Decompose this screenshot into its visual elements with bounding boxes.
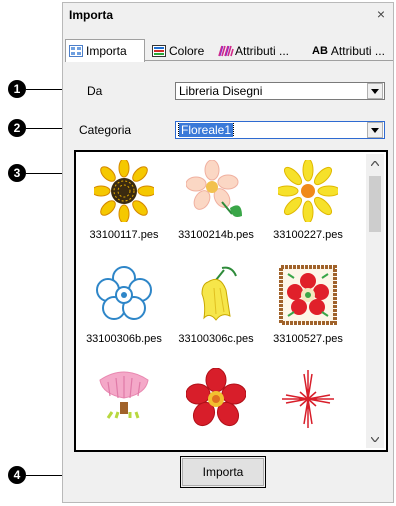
framed-red-flower-icon bbox=[279, 265, 337, 325]
gallery-item[interactable]: 33100306b.pes bbox=[78, 260, 170, 364]
pink-daisy-icon bbox=[186, 160, 242, 217]
text-attributes-tab-icon: AB bbox=[312, 45, 328, 57]
scroll-up-icon[interactable] bbox=[366, 154, 384, 172]
red-five-petal-icon bbox=[186, 368, 246, 427]
gallery-item[interactable]: 33100227.pes bbox=[262, 156, 354, 260]
tab-attributes[interactable]: Attributi ... bbox=[215, 41, 307, 61]
gallery-item-filename: 33100227.pes bbox=[273, 229, 343, 241]
gallery-item[interactable] bbox=[170, 364, 262, 468]
tab-text-attributes[interactable]: AB Attributi ... bbox=[309, 41, 395, 61]
gallery-item[interactable] bbox=[262, 364, 354, 468]
design-gallery[interactable]: 33100117.pes 33100214b.pes 33100227.pes … bbox=[74, 150, 388, 452]
from-select[interactable]: Libreria Disegni bbox=[175, 82, 385, 100]
callout-2: 2 bbox=[8, 119, 26, 137]
callout-4: 4 bbox=[8, 466, 26, 484]
from-select-value: Libreria Disegni bbox=[179, 84, 263, 98]
import-button[interactable]: Importa bbox=[180, 456, 266, 488]
gallery-item[interactable]: 33100117.pes bbox=[78, 156, 170, 260]
category-select-value: Floreale1 bbox=[177, 123, 235, 137]
panel-titlebar: Importa × bbox=[63, 3, 393, 25]
tab-attributes-label: Attributi ... bbox=[235, 44, 290, 58]
gallery-item[interactable]: 33100306c.pes bbox=[170, 260, 262, 364]
gallery-item-filename: 33100306b.pes bbox=[86, 333, 162, 345]
gallery-item[interactable] bbox=[78, 364, 170, 468]
yellow-bellflower-icon bbox=[201, 266, 237, 321]
tab-strip: Importa Colore Attributi ... AB Attribut… bbox=[65, 39, 395, 62]
scroll-down-icon[interactable] bbox=[366, 430, 384, 448]
color-tab-icon bbox=[152, 45, 166, 57]
panel-title: Importa bbox=[69, 8, 114, 22]
tab-import-label: Importa bbox=[86, 44, 127, 58]
sunflower-icon bbox=[94, 160, 154, 222]
gallery-item-filename: 33100527.pes bbox=[273, 333, 343, 345]
gallery-scrollbar[interactable] bbox=[366, 154, 384, 448]
category-select[interactable]: Floreale1 bbox=[175, 121, 385, 139]
scrollbar-thumb[interactable] bbox=[369, 176, 381, 232]
pink-tulip-icon bbox=[99, 371, 149, 419]
chevron-down-icon[interactable] bbox=[367, 122, 383, 138]
close-icon[interactable]: × bbox=[377, 6, 385, 22]
chevron-down-icon[interactable] bbox=[367, 83, 383, 99]
gallery-item-filename: 33100117.pes bbox=[89, 229, 159, 241]
import-tab-icon bbox=[69, 45, 83, 57]
category-label: Categoria bbox=[79, 123, 132, 137]
tab-text-attributes-label: Attributi ... bbox=[330, 44, 385, 58]
from-label: Da bbox=[87, 84, 103, 98]
attributes-tab-icon bbox=[218, 45, 234, 57]
gallery-item-filename: 33100214b.pes bbox=[178, 229, 254, 241]
red-star-stitch-icon bbox=[282, 370, 334, 428]
gallery-item-filename: 33100306c.pes bbox=[178, 333, 254, 345]
tab-color[interactable]: Colore bbox=[149, 41, 213, 61]
tab-import[interactable]: Importa bbox=[65, 39, 145, 62]
gallery-item[interactable]: 33100214b.pes bbox=[170, 156, 262, 260]
blue-outline-flower-icon bbox=[96, 266, 152, 320]
callout-1: 1 bbox=[8, 80, 26, 98]
tab-color-label: Colore bbox=[169, 44, 205, 58]
gallery-item[interactable]: 33100527.pes bbox=[262, 260, 354, 364]
yellow-daisy-icon bbox=[278, 160, 338, 222]
callout-3: 3 bbox=[8, 164, 26, 182]
